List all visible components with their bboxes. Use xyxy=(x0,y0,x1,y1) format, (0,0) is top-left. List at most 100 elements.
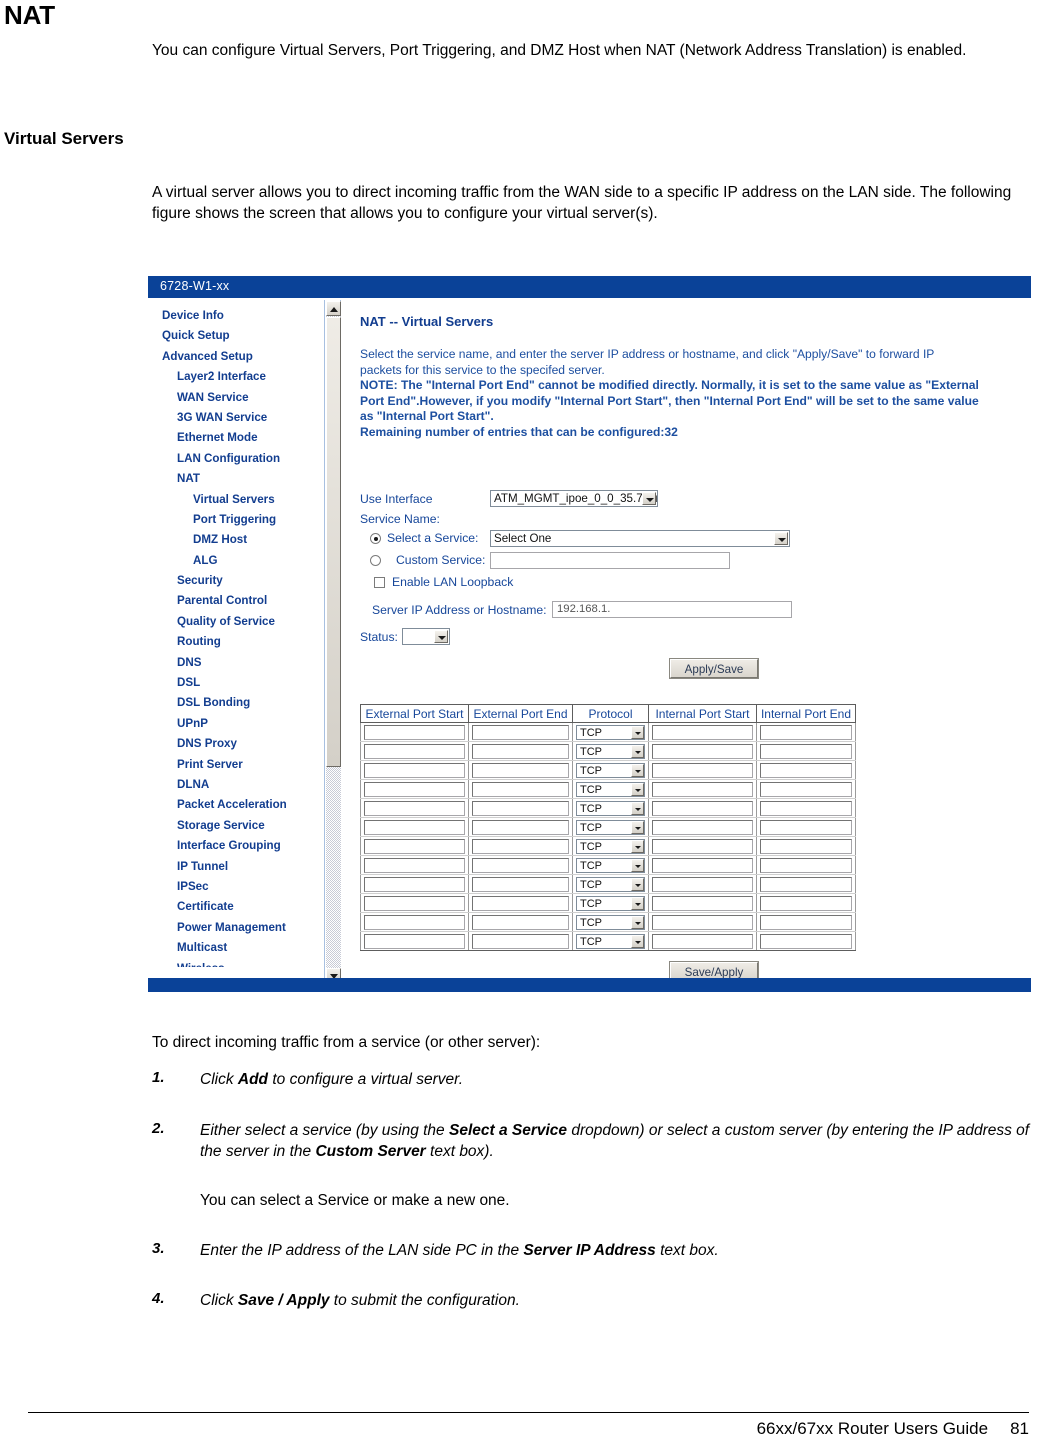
internal-port-start-input[interactable] xyxy=(652,743,753,759)
custom-service-radio[interactable] xyxy=(370,555,381,566)
sidebar-item-storage-service[interactable]: Storage Service xyxy=(148,816,320,836)
status-dropdown[interactable] xyxy=(402,628,450,645)
internal-port-end-input[interactable] xyxy=(760,762,852,778)
sidebar-item-multicast[interactable]: Multicast xyxy=(148,938,320,958)
use-interface-dropdown[interactable]: ATM_MGMT_ipoe_0_0_35.7/atm0.2 xyxy=(490,490,658,507)
sidebar-item-virtual-servers[interactable]: Virtual Servers xyxy=(148,490,320,510)
sidebar-scrollbar[interactable] xyxy=(324,300,341,984)
external-port-end-input[interactable] xyxy=(472,838,569,854)
enable-lan-loopback-checkbox[interactable] xyxy=(374,577,385,588)
sidebar-item-parental-control[interactable]: Parental Control xyxy=(148,591,320,611)
custom-service-input[interactable] xyxy=(490,552,730,569)
sidebar-item-quick-setup[interactable]: Quick Setup xyxy=(148,326,320,346)
external-port-end-input[interactable] xyxy=(472,876,569,892)
sidebar-item-wireless[interactable]: Wireless xyxy=(148,959,320,967)
protocol-dropdown[interactable]: TCP xyxy=(576,762,645,778)
external-port-start-input[interactable] xyxy=(364,895,465,911)
internal-port-start-input[interactable] xyxy=(652,819,753,835)
protocol-dropdown[interactable]: TCP xyxy=(576,914,645,930)
external-port-end-input[interactable] xyxy=(472,743,569,759)
sidebar-item-ip-tunnel[interactable]: IP Tunnel xyxy=(148,857,320,877)
internal-port-end-input[interactable] xyxy=(760,743,852,759)
external-port-start-input[interactable] xyxy=(364,762,465,778)
sidebar-item-wan-service[interactable]: WAN Service xyxy=(148,388,320,408)
internal-port-end-input[interactable] xyxy=(760,914,852,930)
sidebar-item-dns-proxy[interactable]: DNS Proxy xyxy=(148,734,320,754)
sidebar-item-quality-of-service[interactable]: Quality of Service xyxy=(148,612,320,632)
protocol-dropdown[interactable]: TCP xyxy=(576,781,645,797)
sidebar-item-security[interactable]: Security xyxy=(148,571,320,591)
external-port-start-input[interactable] xyxy=(364,914,465,930)
protocol-dropdown[interactable]: TCP xyxy=(576,724,645,740)
sidebar-item-dlna[interactable]: DLNA xyxy=(148,775,320,795)
external-port-end-input[interactable] xyxy=(472,933,569,949)
internal-port-end-input[interactable] xyxy=(760,800,852,816)
external-port-end-input[interactable] xyxy=(472,914,569,930)
external-port-end-input[interactable] xyxy=(472,781,569,797)
external-port-end-input[interactable] xyxy=(472,724,569,740)
internal-port-end-input[interactable] xyxy=(760,933,852,949)
sidebar-item-nat[interactable]: NAT xyxy=(148,469,320,489)
protocol-dropdown[interactable]: TCP xyxy=(576,933,645,949)
scroll-up-button[interactable] xyxy=(326,301,341,316)
sidebar-item-packet-acceleration[interactable]: Packet Acceleration xyxy=(148,795,320,815)
sidebar-item-ethernet-mode[interactable]: Ethernet Mode xyxy=(148,428,320,448)
internal-port-start-input[interactable] xyxy=(652,800,753,816)
internal-port-start-input[interactable] xyxy=(652,724,753,740)
external-port-end-input[interactable] xyxy=(472,819,569,835)
external-port-start-input[interactable] xyxy=(364,838,465,854)
sidebar-item-device-info[interactable]: Device Info xyxy=(148,306,320,326)
external-port-end-input[interactable] xyxy=(472,762,569,778)
scrollbar-thumb[interactable] xyxy=(326,317,341,767)
external-port-start-input[interactable] xyxy=(364,933,465,949)
internal-port-end-input[interactable] xyxy=(760,781,852,797)
sidebar-item-upnp[interactable]: UPnP xyxy=(148,714,320,734)
sidebar-item-power-management[interactable]: Power Management xyxy=(148,918,320,938)
external-port-end-input[interactable] xyxy=(472,800,569,816)
sidebar-item-dmz-host[interactable]: DMZ Host xyxy=(148,530,320,550)
sidebar-item-lan-configuration[interactable]: LAN Configuration xyxy=(148,449,320,469)
apply-save-button[interactable]: Apply/Save xyxy=(669,658,759,679)
sidebar-item-layer2-interface[interactable]: Layer2 Interface xyxy=(148,367,320,387)
sidebar-item-print-server[interactable]: Print Server xyxy=(148,755,320,775)
sidebar-item-certificate[interactable]: Certificate xyxy=(148,897,320,917)
protocol-dropdown[interactable]: TCP xyxy=(576,876,645,892)
sidebar-item-alg[interactable]: ALG xyxy=(148,551,320,571)
internal-port-start-input[interactable] xyxy=(652,762,753,778)
sidebar-item-dns[interactable]: DNS xyxy=(148,653,320,673)
external-port-end-input[interactable] xyxy=(472,895,569,911)
internal-port-start-input[interactable] xyxy=(652,914,753,930)
select-service-dropdown[interactable]: Select One xyxy=(490,530,790,547)
protocol-dropdown[interactable]: TCP xyxy=(576,857,645,873)
external-port-start-input[interactable] xyxy=(364,724,465,740)
sidebar-item-interface-grouping[interactable]: Interface Grouping xyxy=(148,836,320,856)
sidebar-item-dsl-bonding[interactable]: DSL Bonding xyxy=(148,693,320,713)
sidebar-item-3g-wan-service[interactable]: 3G WAN Service xyxy=(148,408,320,428)
internal-port-end-input[interactable] xyxy=(760,724,852,740)
internal-port-start-input[interactable] xyxy=(652,933,753,949)
sidebar-item-port-triggering[interactable]: Port Triggering xyxy=(148,510,320,530)
external-port-start-input[interactable] xyxy=(364,857,465,873)
sidebar-item-routing[interactable]: Routing xyxy=(148,632,320,652)
external-port-start-input[interactable] xyxy=(364,781,465,797)
internal-port-start-input[interactable] xyxy=(652,876,753,892)
external-port-end-input[interactable] xyxy=(472,857,569,873)
external-port-start-input[interactable] xyxy=(364,743,465,759)
internal-port-end-input[interactable] xyxy=(760,857,852,873)
sidebar-item-advanced-setup[interactable]: Advanced Setup xyxy=(148,347,320,367)
sidebar-item-ipsec[interactable]: IPSec xyxy=(148,877,320,897)
internal-port-start-input[interactable] xyxy=(652,838,753,854)
protocol-dropdown[interactable]: TCP xyxy=(576,800,645,816)
internal-port-end-input[interactable] xyxy=(760,876,852,892)
external-port-start-input[interactable] xyxy=(364,819,465,835)
internal-port-end-input[interactable] xyxy=(760,895,852,911)
server-ip-input[interactable]: 192.168.1. xyxy=(552,601,792,618)
external-port-start-input[interactable] xyxy=(364,876,465,892)
sidebar-item-dsl[interactable]: DSL xyxy=(148,673,320,693)
internal-port-start-input[interactable] xyxy=(652,857,753,873)
internal-port-start-input[interactable] xyxy=(652,895,753,911)
protocol-dropdown[interactable]: TCP xyxy=(576,838,645,854)
internal-port-end-input[interactable] xyxy=(760,819,852,835)
protocol-dropdown[interactable]: TCP xyxy=(576,819,645,835)
protocol-dropdown[interactable]: TCP xyxy=(576,743,645,759)
